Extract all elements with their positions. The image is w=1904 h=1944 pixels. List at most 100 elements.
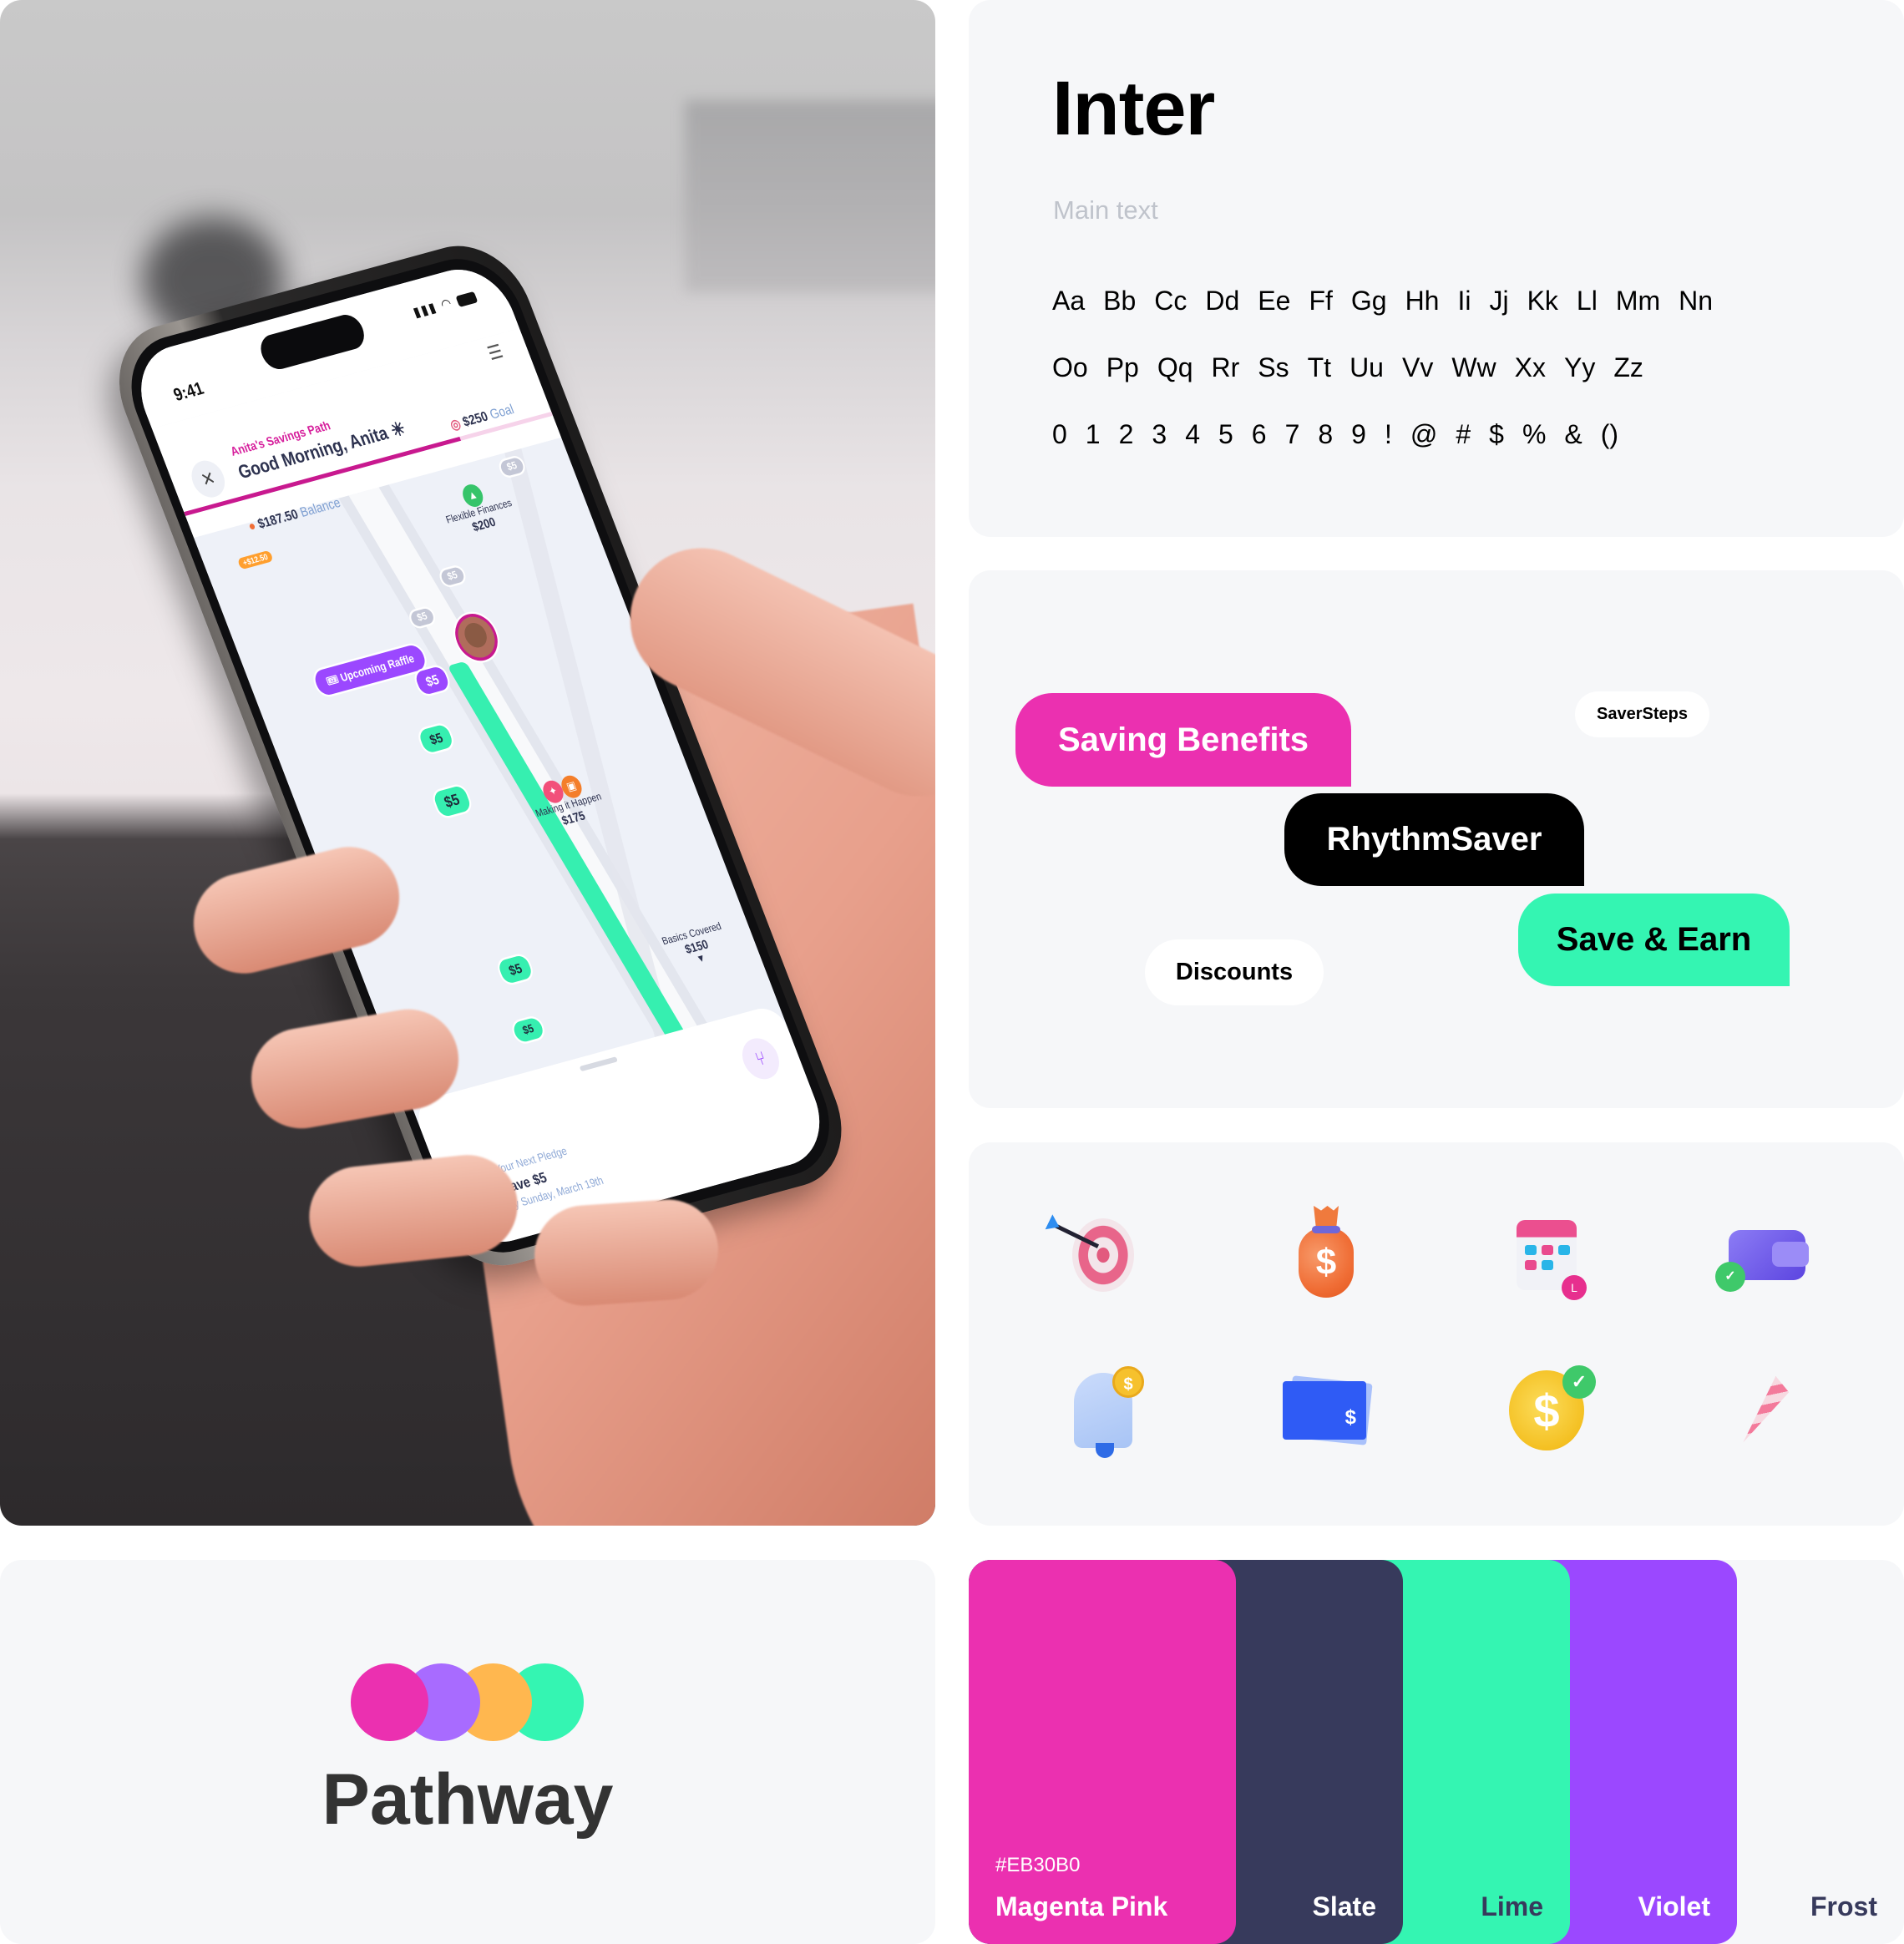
- font-name: Inter: [1052, 66, 1215, 151]
- close-icon: ✕: [198, 467, 219, 491]
- glyph-sample: 0: [1052, 419, 1067, 449]
- branch-button[interactable]: ⑂: [736, 1034, 786, 1084]
- battery-icon: [455, 291, 479, 308]
- glyph-sample: Yy: [1563, 352, 1596, 382]
- tag-save-earn: Save & Earn: [1518, 894, 1790, 986]
- glyph-sample: Oo: [1052, 352, 1088, 382]
- glyph-sample: Aa: [1052, 286, 1086, 316]
- step-chip-completed[interactable]: $5: [429, 782, 475, 821]
- tag-rhythmsaver: RhythmSaver: [1284, 793, 1584, 886]
- swatch-label: Magenta Pink: [995, 1891, 1168, 1921]
- glyph-sample: Rr: [1211, 352, 1240, 382]
- icons-panel: $ L ✓ $ $ $ ✓: [969, 1142, 1904, 1526]
- step-chip-completed[interactable]: $5: [494, 951, 537, 988]
- goal-value: ◎ $250 Goal: [448, 401, 516, 433]
- glyph-sample: @: [1410, 419, 1438, 449]
- swatch-label: Slate: [1312, 1891, 1376, 1921]
- close-button[interactable]: ✕: [186, 457, 230, 501]
- glyph-sample: %: [1522, 419, 1547, 449]
- glyph-sample: 6: [1251, 419, 1267, 449]
- glyph-sample: Jj: [1489, 286, 1509, 316]
- glyph-sample: Xx: [1514, 352, 1546, 382]
- glyph-sample: Kk: [1527, 286, 1558, 316]
- milestone-basics-covered[interactable]: Basics Covered $150 ▼: [644, 916, 749, 977]
- hand-finger: [531, 1196, 722, 1309]
- glyph-sample: Mm: [1615, 286, 1661, 316]
- glyph-sample: Tt: [1307, 352, 1332, 382]
- logo-panel: Pathway: [0, 1560, 935, 1944]
- glyph-row-upper-1: Aa Bb Cc Dd Ee Ff Gg Hh Ii Jj Kk Ll Mm Nn: [1052, 286, 1731, 316]
- product-photo: $5 $5 $5 ▲ Flexible Finances $200 🎟 Upco…: [0, 0, 935, 1526]
- glyph-sample: Ii: [1457, 286, 1471, 316]
- milestone-flexible-finances[interactable]: ▲ Flexible Finances $200: [410, 468, 544, 547]
- goal-label: Goal: [487, 401, 516, 423]
- color-palette-panel: Frost Violet Lime Slate #EB30B0 Magenta …: [969, 1560, 1904, 1944]
- tag-saversteps: SaverSteps: [1575, 691, 1709, 737]
- tag-saving-benefits: Saving Benefits: [1015, 693, 1351, 787]
- glyph-sample: &: [1564, 419, 1582, 449]
- swatch-magenta-pink: #EB30B0 Magenta Pink: [969, 1560, 1236, 1944]
- swatch-label: Lime: [1481, 1891, 1543, 1921]
- glyph-sample: #: [1456, 419, 1471, 449]
- glyph-sample: Ww: [1451, 352, 1496, 382]
- caret-down-icon: ▼: [695, 952, 708, 966]
- split-path-icon: ⑂: [752, 1047, 769, 1071]
- upcoming-raffle-badge[interactable]: 🎟 Upcoming Raffle: [309, 640, 432, 700]
- glyph-sample: Pp: [1106, 352, 1139, 382]
- glyph-sample: 9: [1351, 419, 1366, 449]
- tags-panel: Saving Benefits SaverSteps RhythmSaver S…: [969, 570, 1904, 1108]
- glyph-sample: $: [1489, 419, 1504, 449]
- glyph-sample: Ll: [1576, 286, 1598, 316]
- glyph-sample: Vv: [1401, 352, 1434, 382]
- wifi-icon: ◠: [438, 294, 456, 313]
- target-icon: ◎: [448, 415, 463, 433]
- raffle-label: Upcoming Raffle: [338, 652, 417, 685]
- glyph-row-numbers: 0 1 2 3 4 5 6 7 8 9! @ # $% &(): [1052, 419, 1637, 450]
- glyph-sample: 1: [1085, 419, 1101, 449]
- swatch-label: Violet: [1638, 1891, 1710, 1921]
- glyph-sample: Gg: [1350, 286, 1387, 316]
- glyph-sample: 3: [1152, 419, 1167, 449]
- glyph-row-upper-2: Oo Pp Qq Rr Ss Tt Uu Vv Ww Xx Yy Zz: [1052, 352, 1662, 383]
- coin-check-icon: $ ✓: [1501, 1364, 1596, 1456]
- glyph-sample: Ff: [1309, 286, 1333, 316]
- money-bag-icon: $: [1280, 1209, 1372, 1301]
- glyph-sample: 7: [1284, 419, 1300, 449]
- step-chip-completed[interactable]: $5: [509, 1014, 549, 1046]
- glyph-sample: 5: [1218, 419, 1233, 449]
- gift-card-icon: $: [1280, 1364, 1372, 1456]
- sheet-handle[interactable]: [579, 1056, 618, 1072]
- glyph-sample: Qq: [1157, 352, 1193, 382]
- glyph-sample: Hh: [1405, 286, 1440, 316]
- glyph-sample: (): [1600, 419, 1619, 449]
- glyph-sample: Bb: [1103, 286, 1137, 316]
- party-popper-icon: [1721, 1364, 1813, 1456]
- status-icons: ▮▮▮ ◠: [411, 288, 479, 321]
- logo-circle: [351, 1663, 428, 1741]
- status-time: 9:41: [170, 378, 207, 406]
- logo-mark: [351, 1663, 585, 1742]
- wallet-check-icon: ✓: [1715, 1209, 1813, 1301]
- calendar-icon: L: [1501, 1209, 1593, 1301]
- swatch-label: Frost: [1810, 1891, 1877, 1921]
- target-icon: [1051, 1209, 1149, 1301]
- tag-discounts: Discounts: [1145, 939, 1324, 1005]
- typography-panel: Inter Main text Aa Bb Cc Dd Ee Ff Gg Hh Ii Jj Kk Ll…: [969, 0, 1904, 537]
- dynamic-island: [256, 311, 369, 373]
- glyph-sample: !: [1384, 419, 1392, 449]
- glyph-sample: Zz: [1613, 352, 1643, 382]
- goal-amount: $250: [460, 408, 490, 430]
- glyph-sample: Nn: [1679, 286, 1714, 316]
- sliders-icon[interactable]: ☰: [485, 341, 507, 365]
- glyph-sample: Ss: [1258, 352, 1289, 382]
- swatch-hex: #EB30B0: [995, 1854, 1081, 1876]
- glyph-sample: Uu: [1350, 352, 1384, 382]
- glyph-sample: 4: [1185, 419, 1200, 449]
- step-chip-completed[interactable]: $5: [414, 721, 458, 757]
- glyph-sample: Dd: [1205, 286, 1240, 316]
- balance-change-badge: +$12.50: [236, 549, 274, 570]
- glyph-sample: Ee: [1258, 286, 1291, 316]
- background-wall: [685, 100, 935, 292]
- bell-coin-icon: $: [1057, 1364, 1149, 1458]
- glyph-sample: Cc: [1154, 286, 1187, 316]
